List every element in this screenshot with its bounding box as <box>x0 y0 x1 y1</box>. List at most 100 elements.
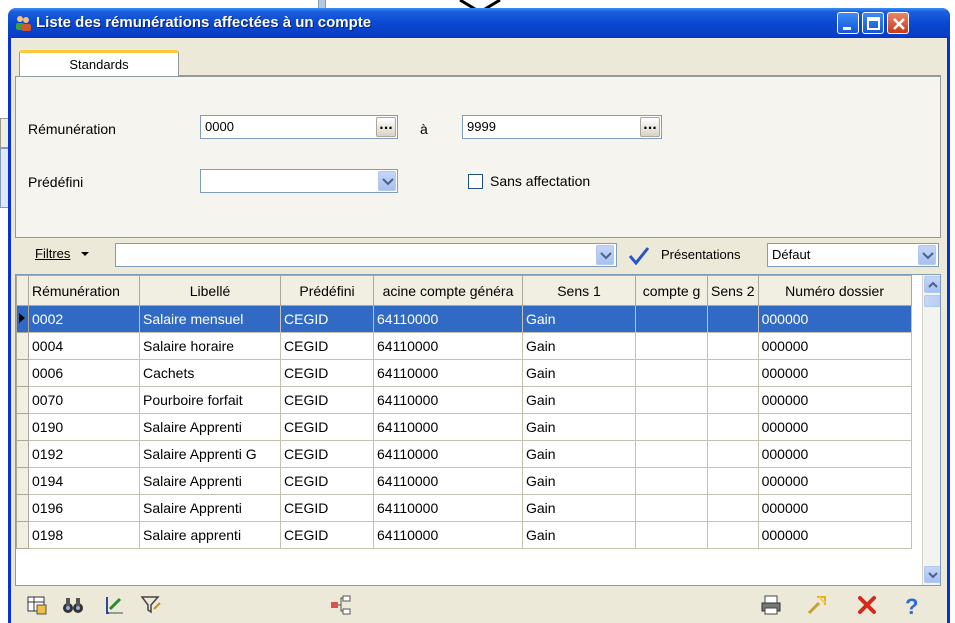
cell-numero-dossier[interactable]: 000000 <box>757 305 912 333</box>
cell-numero-dossier[interactable]: 000000 <box>757 332 912 360</box>
predefini-select[interactable] <box>200 169 398 193</box>
table-row[interactable]: 0070 Pourboire forfait CEGID 64110000 Gain 00… <box>16 386 912 414</box>
checkmark-icon[interactable] <box>628 246 650 266</box>
cell-racine-compte-2[interactable] <box>635 413 708 441</box>
presentation-select[interactable]: Défaut <box>767 243 939 267</box>
cell-libelle[interactable]: Salaire Apprenti <box>139 413 281 441</box>
cell-remuneration[interactable]: 0192 <box>28 440 140 468</box>
column-header-sens-1[interactable]: Sens 1 <box>522 275 636 306</box>
cell-predefini[interactable]: CEGID <box>280 305 374 333</box>
cell-sens-2[interactable] <box>707 359 759 387</box>
cell-remuneration[interactable]: 0006 <box>28 359 140 387</box>
column-header-racine-compte[interactable]: acine compte généra <box>373 275 523 306</box>
cell-racine-compte-2[interactable] <box>635 521 708 549</box>
cell-sens-1[interactable]: Gain <box>522 521 636 549</box>
filters-menu-button[interactable]: Filtres <box>35 246 90 261</box>
cell-numero-dossier[interactable]: 000000 <box>757 467 912 495</box>
cell-numero-dossier[interactable]: 000000 <box>757 521 912 549</box>
cell-numero-dossier[interactable]: 000000 <box>757 359 912 387</box>
title-bar[interactable]: Liste des rémunérations affectées à un c… <box>8 8 950 38</box>
cell-sens-1[interactable]: Gain <box>522 467 636 495</box>
row-indicator[interactable] <box>16 413 29 441</box>
edit-list-icon[interactable] <box>103 593 127 617</box>
hierarchy-icon[interactable] <box>329 593 353 617</box>
scroll-thumb[interactable] <box>924 295 940 307</box>
cell-racine-compte-2[interactable] <box>635 467 708 495</box>
column-header-remuneration[interactable]: Rémunération <box>28 275 140 306</box>
row-indicator[interactable] <box>16 521 29 549</box>
cell-remuneration[interactable]: 0070 <box>28 386 140 414</box>
filter-icon[interactable] <box>139 593 163 617</box>
cell-racine-compte-2[interactable] <box>635 305 708 333</box>
cell-sens-1[interactable]: Gain <box>522 332 636 360</box>
cell-remuneration[interactable]: 0198 <box>28 521 140 549</box>
table-row[interactable]: 0004 Salaire horaire CEGID 64110000 Gain 0000… <box>16 332 912 360</box>
table-row[interactable]: 0006 Cachets CEGID 64110000 Gain 000000 <box>16 359 912 387</box>
column-header-libelle[interactable]: Libellé <box>139 275 281 306</box>
row-indicator[interactable] <box>16 332 29 360</box>
cell-sens-1[interactable]: Gain <box>522 386 636 414</box>
cell-libelle[interactable]: Salaire mensuel <box>139 305 281 333</box>
table-row[interactable]: 0002 Salaire mensuel CEGID 64110000 Gain 0000… <box>16 305 912 333</box>
row-indicator[interactable] <box>16 440 29 468</box>
apply-icon[interactable] <box>805 593 829 617</box>
cell-predefini[interactable]: CEGID <box>280 386 374 414</box>
cell-racine-compte[interactable]: 64110000 <box>373 494 523 522</box>
cell-sens-2[interactable] <box>707 386 759 414</box>
cell-numero-dossier[interactable]: 000000 <box>757 413 912 441</box>
cell-predefini[interactable]: CEGID <box>280 494 374 522</box>
cell-racine-compte-2[interactable] <box>635 440 708 468</box>
cell-sens-2[interactable] <box>707 494 759 522</box>
sans-affectation-checkbox[interactable] <box>468 174 483 189</box>
grid-settings-icon[interactable] <box>25 593 49 617</box>
remuneration-to-input[interactable]: 9999 <box>462 115 662 139</box>
table-row[interactable]: 0194 Salaire Apprenti CEGID 64110000 Gain 000… <box>16 467 912 495</box>
cell-predefini[interactable]: CEGID <box>280 359 374 387</box>
cell-predefini[interactable]: CEGID <box>280 413 374 441</box>
row-indicator[interactable] <box>16 305 29 333</box>
cell-predefini[interactable]: CEGID <box>280 467 374 495</box>
cell-racine-compte[interactable]: 64110000 <box>373 305 523 333</box>
cell-remuneration[interactable]: 0196 <box>28 494 140 522</box>
remuneration-from-input[interactable]: 0000 <box>200 115 398 139</box>
row-indicator[interactable] <box>16 494 29 522</box>
cell-racine-compte[interactable]: 64110000 <box>373 521 523 549</box>
column-header-numero-dossier[interactable]: Numéro dossier <box>757 275 912 306</box>
cell-remuneration[interactable]: 0194 <box>28 467 140 495</box>
cell-racine-compte-2[interactable] <box>635 494 708 522</box>
print-icon[interactable] <box>759 593 783 617</box>
scroll-up-button[interactable] <box>924 276 940 293</box>
minimize-button[interactable] <box>837 12 859 34</box>
tab-standards[interactable]: Standards <box>19 50 179 76</box>
table-row[interactable]: 0190 Salaire Apprenti CEGID 64110000 Gain 000… <box>16 413 912 441</box>
filter-dropdown-button[interactable] <box>596 245 614 265</box>
cell-sens-2[interactable] <box>707 440 759 468</box>
cell-remuneration[interactable]: 0190 <box>28 413 140 441</box>
cell-sens-1[interactable]: Gain <box>522 359 636 387</box>
help-icon[interactable]: ? <box>899 593 923 617</box>
cell-sens-1[interactable]: Gain <box>522 494 636 522</box>
cell-sens-2[interactable] <box>707 413 759 441</box>
cell-libelle[interactable]: Salaire apprenti <box>139 521 281 549</box>
cell-racine-compte[interactable]: 64110000 <box>373 467 523 495</box>
scroll-down-button[interactable] <box>924 566 940 583</box>
cell-racine-compte[interactable]: 64110000 <box>373 332 523 360</box>
remuneration-grid[interactable]: Rémunération Libellé Prédéfini acine com… <box>15 274 941 586</box>
table-row[interactable]: 0198 Salaire apprenti CEGID 64110000 Gain 000… <box>16 521 912 549</box>
cell-racine-compte[interactable]: 64110000 <box>373 413 523 441</box>
maximize-button[interactable] <box>862 12 884 34</box>
cell-sens-1[interactable]: Gain <box>522 413 636 441</box>
cell-sens-2[interactable] <box>707 332 759 360</box>
cell-libelle[interactable]: Pourboire forfait <box>139 386 281 414</box>
cell-libelle[interactable]: Salaire horaire <box>139 332 281 360</box>
vertical-scrollbar[interactable] <box>922 275 940 585</box>
cell-numero-dossier[interactable]: 000000 <box>757 440 912 468</box>
binoculars-icon[interactable] <box>61 593 85 617</box>
cell-racine-compte[interactable]: 64110000 <box>373 359 523 387</box>
column-header-sens-2[interactable]: Sens 2 <box>707 275 759 306</box>
column-header-predefini[interactable]: Prédéfini <box>280 275 374 306</box>
remuneration-to-browse-button[interactable]: ... <box>640 117 660 137</box>
row-indicator[interactable] <box>16 467 29 495</box>
row-indicator[interactable] <box>16 386 29 414</box>
cell-remuneration[interactable]: 0002 <box>28 305 140 333</box>
